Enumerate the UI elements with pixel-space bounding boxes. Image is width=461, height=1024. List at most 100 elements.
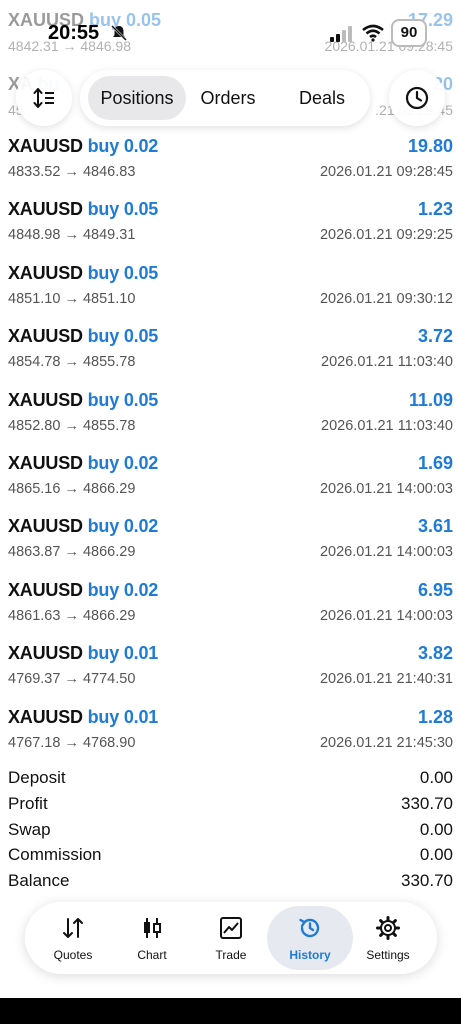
deal-row[interactable]: XAUUSD buy 0.05 4851.10 → 4851.10 2026.0…	[0, 257, 461, 320]
profit-value: 6.95	[417, 579, 453, 600]
profit-value: 3.82	[417, 643, 453, 664]
trade-chart-icon	[220, 917, 242, 939]
deal-row[interactable]: XAUUSD buy 0.02 4865.16 → 4866.29 1.69 2…	[0, 447, 461, 510]
summary-swap: Swap 0.00	[0, 818, 461, 844]
deal-time: 2026.01.21 14:00:03	[319, 607, 453, 624]
tab-history[interactable]: History	[267, 906, 353, 970]
summary-commission: Commission 0.00	[0, 843, 461, 869]
price-range: 4848.98 → 4849.31	[8, 227, 136, 244]
deal-time: 2026.01.21 14:00:03	[319, 480, 453, 497]
deal-time: 2026.01.21 21:40:31	[319, 671, 453, 688]
quotes-icon	[63, 918, 83, 938]
gear-icon	[376, 916, 400, 940]
trade-side: buy 0.05	[87, 326, 159, 347]
tab-deals[interactable]: Deals	[284, 76, 360, 120]
symbol: XAUUSD	[8, 643, 83, 664]
symbol: XAUUSD	[8, 262, 83, 283]
symbol: XAUUSD	[8, 452, 83, 473]
symbol: XAUUSD	[8, 516, 83, 537]
deal-time: 2026.01.21 21:45:30	[319, 734, 453, 751]
price-range: 4767.18 → 4768.90	[8, 734, 136, 751]
battery-indicator: 90	[391, 19, 427, 47]
summary-value: 0.00	[419, 819, 453, 839]
price-range: 4852.80 → 4855.78	[8, 417, 136, 434]
trade-side: buy 0.05	[87, 262, 159, 283]
period-button[interactable]	[389, 70, 445, 126]
price-range: 4861.63 → 4866.29	[8, 607, 136, 624]
trade-side: buy 0.01	[87, 706, 159, 727]
tab-label: Chart	[137, 948, 167, 962]
profit-value: 19.80	[407, 136, 453, 156]
history-icon	[299, 918, 320, 938]
symbol: XAUUSD	[8, 326, 83, 347]
trade-side: buy 0.02	[87, 452, 159, 473]
deal-row[interactable]: XAUUSD buy 0.01 4769.37 → 4774.50 3.82 2…	[0, 637, 461, 700]
status-bar: 20:55 90	[0, 0, 461, 60]
tab-label: History	[289, 948, 331, 962]
tab-orders[interactable]: Orders	[190, 76, 266, 120]
sort-icon	[33, 88, 54, 108]
profit-value: 1.28	[417, 706, 453, 727]
profit-value: 3.72	[417, 326, 453, 347]
top-bar: Positions Orders Deals	[0, 70, 461, 126]
price-range: 4854.78 → 4855.78	[8, 354, 136, 371]
clock-icon	[405, 86, 429, 110]
trade-side: buy 0.05	[87, 199, 159, 220]
price-range: 4851.10 → 4851.10	[8, 290, 136, 307]
bell-muted-icon	[111, 25, 127, 41]
tab-chart[interactable]: Chart	[111, 906, 193, 970]
price-range: 4833.52 → 4846.83	[8, 164, 136, 180]
deal-row[interactable]: XAUUSD buy 0.01 4767.18 → 4768.90 1.28 2…	[0, 701, 461, 764]
price-range: 4865.16 → 4866.29	[8, 480, 136, 497]
view-segmented-control: Positions Orders Deals	[80, 70, 370, 126]
status-time: 20:55	[48, 22, 100, 44]
bottom-tab-bar: Quotes Chart Trade History Settings	[25, 902, 437, 974]
summary-value: 0.00	[419, 845, 453, 865]
tab-quotes[interactable]: Quotes	[32, 906, 114, 970]
trade-side: buy 0.02	[87, 516, 159, 537]
sort-button[interactable]	[16, 70, 72, 126]
summary-profit: Profit 330.70	[0, 792, 461, 818]
summary-label: Deposit	[8, 768, 66, 787]
summary-label: Profit	[8, 793, 48, 813]
price-range: 4863.87 → 4866.29	[8, 544, 136, 561]
symbol: XAUUSD	[8, 199, 83, 220]
profit-value: 1.69	[417, 452, 453, 473]
tab-trade[interactable]: Trade	[190, 906, 272, 970]
profit-value: 11.09	[408, 389, 453, 410]
summary-value: 330.70	[401, 793, 453, 813]
deal-row[interactable]: XAUUSD buy 0.02 4863.87 → 4866.29 3.61 2…	[0, 510, 461, 573]
account-summary: Deposit 0.00 Profit 330.70 Swap 0.00 Com…	[0, 766, 461, 895]
deal-time: 2026.01.21 09:28:45	[319, 164, 453, 180]
tab-settings[interactable]: Settings	[347, 906, 429, 970]
trade-side: buy 0.01	[87, 643, 159, 664]
wifi-icon	[362, 24, 384, 42]
tab-label: Settings	[366, 948, 410, 962]
profit-value: 1.23	[417, 199, 453, 220]
tab-label: Trade	[215, 948, 247, 962]
trade-side: buy 0.05	[87, 389, 159, 410]
tab-positions[interactable]: Positions	[88, 76, 186, 120]
deal-row[interactable]: XAUUSD buy 0.02 4861.63 → 4866.29 6.95 2…	[0, 574, 461, 637]
summary-value: 330.70	[401, 871, 453, 891]
summary-balance: Balance 330.70	[0, 869, 461, 895]
deal-time: 2026.01.21 09:29:25	[319, 227, 453, 244]
symbol: XAUUSD	[8, 579, 83, 600]
deal-time: 2026.01.21 14:00:03	[319, 544, 453, 561]
tab-label: Quotes	[53, 948, 93, 962]
deal-row[interactable]: XAUUSD buy 0.02 4833.52 → 4846.83 19.80 …	[0, 130, 461, 193]
symbol: XAUUSD	[8, 706, 83, 727]
signal-icon	[330, 26, 352, 42]
deal-row[interactable]: XAUUSD buy 0.05 4854.78 → 4855.78 3.72 2…	[0, 320, 461, 383]
deal-time: 2026.01.21 09:30:12	[319, 290, 453, 307]
profit-value: 3.61	[417, 516, 453, 537]
summary-label: Balance	[8, 871, 70, 891]
deal-list: XAUUSD buy 0.02 4833.52 → 4846.83 19.80 …	[0, 130, 461, 764]
summary-label: Commission	[8, 845, 102, 865]
deal-row[interactable]: XAUUSD buy 0.05 4848.98 → 4849.31 1.23 2…	[0, 193, 461, 256]
summary-label: Swap	[8, 819, 51, 839]
trade-side: buy 0.02	[87, 136, 159, 156]
symbol: XAUUSD	[8, 389, 83, 410]
deal-row[interactable]: XAUUSD buy 0.05 4852.80 → 4855.78 11.09 …	[0, 384, 461, 447]
trade-side: buy 0.02	[87, 579, 159, 600]
